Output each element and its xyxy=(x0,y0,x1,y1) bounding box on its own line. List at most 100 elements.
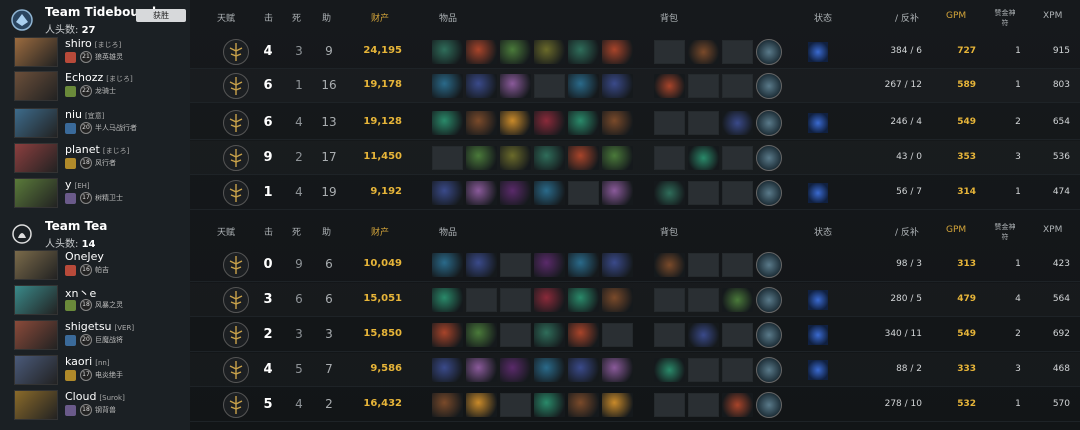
item-icon[interactable] xyxy=(534,111,565,135)
item-icon[interactable] xyxy=(602,253,633,277)
backpack-item-icon[interactable] xyxy=(722,111,753,135)
item-icon[interactable] xyxy=(466,40,497,64)
hero-portrait[interactable] xyxy=(14,355,58,385)
item-icon[interactable] xyxy=(466,358,497,382)
player-name[interactable]: xn丶e xyxy=(65,285,99,301)
backpack-item-icon[interactable] xyxy=(654,253,685,277)
item-icon[interactable] xyxy=(534,40,565,64)
item-icon[interactable] xyxy=(602,288,633,312)
item-icon[interactable] xyxy=(432,288,463,312)
hero-portrait[interactable] xyxy=(14,178,58,208)
player-row[interactable]: kaori [nn] 17 电炎绝手 xyxy=(0,353,190,387)
backpack-item-icon[interactable] xyxy=(722,288,753,312)
player-name[interactable]: OneJey xyxy=(65,250,107,263)
neutral-item-icon[interactable] xyxy=(756,392,782,418)
item-icon[interactable] xyxy=(466,253,497,277)
item-icon[interactable] xyxy=(466,181,497,205)
item-icon[interactable] xyxy=(602,181,633,205)
player-row[interactable]: y [EH] 17 树精卫士 xyxy=(0,176,190,210)
player-row[interactable]: OneJey 16 帕吉 xyxy=(0,248,190,282)
status-buff-icon[interactable] xyxy=(808,325,828,345)
item-icon[interactable] xyxy=(602,40,633,64)
item-icon[interactable] xyxy=(534,146,565,170)
item-icon[interactable] xyxy=(432,181,463,205)
item-icon[interactable] xyxy=(534,393,565,417)
item-icon[interactable] xyxy=(534,181,565,205)
talent-tree-icon[interactable] xyxy=(223,287,249,313)
hero-portrait[interactable] xyxy=(14,250,58,280)
backpack-item-icon[interactable] xyxy=(654,358,685,382)
item-icon[interactable] xyxy=(568,393,599,417)
item-icon[interactable] xyxy=(534,323,565,347)
player-row[interactable]: xn丶e 18 风暴之灵 xyxy=(0,283,190,317)
status-buff-icon[interactable] xyxy=(808,290,828,310)
hero-portrait[interactable] xyxy=(14,320,58,350)
player-row[interactable]: planet [まじろ] 18 风行者 xyxy=(0,141,190,175)
hero-portrait[interactable] xyxy=(14,71,58,101)
talent-tree-icon[interactable] xyxy=(223,252,249,278)
talent-tree-icon[interactable] xyxy=(223,39,249,65)
player-name[interactable]: shiro [まじろ] xyxy=(65,37,121,50)
player-name[interactable]: Echozz [まじろ] xyxy=(65,71,133,84)
player-name[interactable]: y [EH] xyxy=(65,178,90,191)
player-row[interactable]: shigetsu [VER] 20 巨魔战将 xyxy=(0,318,190,352)
item-icon[interactable] xyxy=(432,253,463,277)
item-icon[interactable] xyxy=(534,288,565,312)
item-icon[interactable] xyxy=(568,40,599,64)
player-row[interactable]: niu [宜意] 20 半人马战行者 xyxy=(0,106,190,140)
item-icon[interactable] xyxy=(534,358,565,382)
item-icon[interactable] xyxy=(568,146,599,170)
player-name[interactable]: Cloud [Surok] xyxy=(65,390,125,403)
item-icon[interactable] xyxy=(568,358,599,382)
item-icon[interactable] xyxy=(466,393,497,417)
item-icon[interactable] xyxy=(500,40,531,64)
item-icon[interactable] xyxy=(568,111,599,135)
neutral-item-icon[interactable] xyxy=(756,252,782,278)
item-icon[interactable] xyxy=(432,393,463,417)
item-icon[interactable] xyxy=(568,74,599,98)
item-icon[interactable] xyxy=(602,393,633,417)
neutral-item-icon[interactable] xyxy=(756,180,782,206)
item-icon[interactable] xyxy=(500,146,531,170)
item-icon[interactable] xyxy=(534,253,565,277)
backpack-item-icon[interactable] xyxy=(722,393,753,417)
item-icon[interactable] xyxy=(432,358,463,382)
status-buff-icon[interactable] xyxy=(808,360,828,380)
neutral-item-icon[interactable] xyxy=(756,322,782,348)
talent-tree-icon[interactable] xyxy=(223,145,249,171)
item-icon[interactable] xyxy=(466,323,497,347)
talent-tree-icon[interactable] xyxy=(223,110,249,136)
item-icon[interactable] xyxy=(602,146,633,170)
neutral-item-icon[interactable] xyxy=(756,357,782,383)
item-icon[interactable] xyxy=(466,74,497,98)
item-icon[interactable] xyxy=(432,74,463,98)
status-buff-icon[interactable] xyxy=(808,42,828,62)
item-icon[interactable] xyxy=(500,181,531,205)
hero-portrait[interactable] xyxy=(14,37,58,67)
item-icon[interactable] xyxy=(602,358,633,382)
status-buff-icon[interactable] xyxy=(808,113,828,133)
neutral-item-icon[interactable] xyxy=(756,39,782,65)
backpack-item-icon[interactable] xyxy=(688,146,719,170)
neutral-item-icon[interactable] xyxy=(756,287,782,313)
item-icon[interactable] xyxy=(568,323,599,347)
player-row[interactable]: Echozz [まじろ] 22 龙骑士 xyxy=(0,69,190,103)
player-row[interactable]: Cloud [Surok] 18 钢背兽 xyxy=(0,388,190,422)
status-buff-icon[interactable] xyxy=(808,183,828,203)
item-icon[interactable] xyxy=(466,146,497,170)
item-icon[interactable] xyxy=(602,74,633,98)
player-name[interactable]: shigetsu [VER] xyxy=(65,320,134,333)
item-icon[interactable] xyxy=(568,288,599,312)
talent-tree-icon[interactable] xyxy=(223,180,249,206)
hero-portrait[interactable] xyxy=(14,390,58,420)
hero-portrait[interactable] xyxy=(14,108,58,138)
item-icon[interactable] xyxy=(500,358,531,382)
backpack-item-icon[interactable] xyxy=(654,74,685,98)
item-icon[interactable] xyxy=(500,74,531,98)
item-icon[interactable] xyxy=(432,323,463,347)
backpack-item-icon[interactable] xyxy=(654,181,685,205)
player-row[interactable]: shiro [まじろ] 21 狼英雄灵 xyxy=(0,35,190,69)
talent-tree-icon[interactable] xyxy=(223,392,249,418)
talent-tree-icon[interactable] xyxy=(223,357,249,383)
neutral-item-icon[interactable] xyxy=(756,110,782,136)
